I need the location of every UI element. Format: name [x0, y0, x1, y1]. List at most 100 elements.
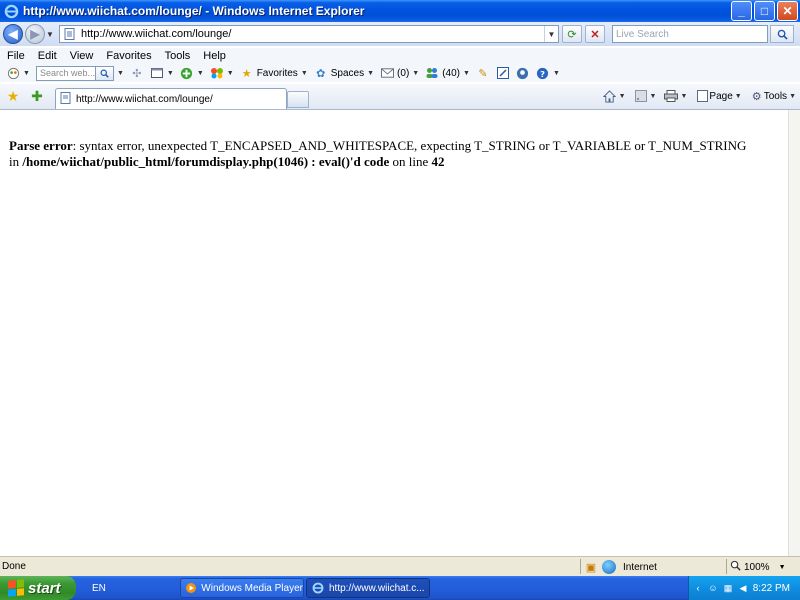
tools-menu[interactable]: ⚙ Tools ▼ [750, 89, 796, 103]
security-zone[interactable]: ▣ Internet [584, 559, 657, 575]
navigation-bar: ◀ ▶ ▼ http://www.wiichat.com/lounge/ ▼ ⟳… [0, 22, 800, 46]
msn-logo-icon[interactable] [6, 66, 20, 80]
messenger-icon[interactable] [516, 66, 530, 80]
network-icon[interactable]: ▦ [722, 582, 734, 594]
address-text[interactable]: http://www.wiichat.com/lounge/ [81, 28, 544, 40]
home-button[interactable]: ▼ [603, 89, 626, 103]
help-icon[interactable]: ? [536, 66, 550, 80]
home-icon [603, 89, 617, 103]
recent-pages-dropdown[interactable]: ▼ [45, 30, 55, 39]
menu-favorites[interactable]: Favorites [99, 50, 157, 62]
window-icon[interactable] [150, 66, 164, 80]
feeds-button[interactable]: ▼ [634, 89, 657, 103]
chevron-down-icon[interactable]: ▼ [197, 70, 204, 77]
tab-label[interactable]: http://www.wiichat.com/lounge/ [76, 94, 213, 105]
menu-view[interactable]: View [63, 50, 100, 62]
globe-icon [602, 560, 616, 574]
maximize-button[interactable]: □ [754, 1, 775, 21]
chevron-down-icon[interactable]: ▼ [680, 93, 687, 100]
ie-logo-icon [311, 581, 325, 595]
contacts-icon[interactable] [425, 66, 439, 80]
add-icon[interactable] [180, 66, 194, 80]
favorites-label[interactable]: Favorites [257, 68, 298, 79]
forward-button[interactable]: ▶ [25, 24, 45, 44]
address-bar[interactable]: http://www.wiichat.com/lounge/ ▼ [59, 25, 559, 43]
language-indicator[interactable]: EN [92, 583, 178, 594]
chevron-down-icon[interactable]: ▼ [779, 564, 786, 571]
tab-lounge[interactable]: http://www.wiichat.com/lounge/ [55, 88, 287, 109]
back-button[interactable]: ◀ [3, 24, 23, 44]
web-search-button[interactable] [95, 65, 114, 81]
web-search-input[interactable]: Search web... [35, 65, 96, 81]
task-windows-media-player[interactable]: Windows Media Player [180, 578, 304, 598]
task-internet-explorer[interactable]: http://www.wiichat.c... [306, 578, 430, 598]
page-menu-label[interactable]: Page [709, 91, 732, 102]
page-menu-icon [695, 89, 709, 103]
add-to-favorites-icon[interactable]: ✚ [29, 88, 45, 105]
refresh-button[interactable]: ⟳ [562, 25, 582, 43]
chevron-down-icon[interactable]: ▼ [412, 70, 419, 77]
zoom-level[interactable]: 100% [744, 562, 770, 573]
address-dropdown-icon[interactable]: ▼ [544, 26, 558, 42]
mail-icon[interactable] [380, 66, 394, 80]
chevron-down-icon[interactable]: ▼ [735, 93, 742, 100]
divider [726, 559, 727, 574]
window-controls: _ □ ✕ [731, 1, 798, 21]
clock[interactable]: 8:22 PM [753, 583, 790, 594]
chevron-down-icon[interactable]: ▼ [167, 70, 174, 77]
error-prefix: in [9, 154, 23, 169]
tray-expand-icon[interactable]: ‹ [692, 582, 704, 594]
messenger-tray-icon[interactable]: ☺ [707, 582, 719, 594]
page-menu[interactable]: Page ▼ [695, 89, 742, 103]
command-bar: ▼ ▼ ▼ Page ▼ ⚙ Tools ▼ [597, 89, 796, 103]
chevron-down-icon[interactable]: ▼ [301, 70, 308, 77]
edit-icon[interactable] [496, 66, 510, 80]
zoom-icon [730, 560, 741, 574]
vertical-scrollbar[interactable] [788, 110, 800, 556]
highlight-icon[interactable]: ✣ [130, 66, 144, 80]
chevron-down-icon[interactable]: ▼ [789, 93, 796, 100]
favorites-star-icon[interactable]: ★ [240, 66, 254, 80]
spaces-icon[interactable]: ✿ [314, 66, 328, 80]
spaces-label[interactable]: Spaces [331, 68, 364, 79]
contacts-count[interactable]: (40) [442, 68, 460, 79]
live-search-input[interactable]: Live Search [613, 29, 767, 40]
chevron-down-icon[interactable]: ▼ [463, 70, 470, 77]
start-button[interactable]: start [0, 576, 76, 600]
new-tab-button[interactable] [287, 91, 309, 108]
pencil-icon[interactable]: ✎ [476, 66, 490, 80]
favorites-center-icon[interactable]: ★ [5, 88, 21, 105]
chevron-down-icon[interactable]: ▼ [619, 93, 626, 100]
zoom-control[interactable]: 100% ▼ [730, 559, 786, 575]
page-icon [63, 27, 77, 41]
minimize-button[interactable]: _ [731, 1, 752, 21]
chevron-down-icon[interactable]: ▼ [227, 70, 234, 77]
print-button[interactable]: ▼ [664, 89, 687, 103]
links-toolbar: ▼ Search web... ▼ ✣ ▼ ▼ ▼ ★ Favorites ▼ … [0, 64, 800, 82]
svg-text:?: ? [541, 68, 546, 78]
mail-count[interactable]: (0) [397, 68, 409, 79]
status-text: Done [2, 561, 26, 572]
search-icon[interactable] [770, 25, 794, 43]
tools-menu-label[interactable]: Tools [764, 91, 787, 102]
menu-file[interactable]: File [0, 50, 31, 62]
close-button[interactable]: ✕ [777, 1, 798, 21]
stop-button[interactable]: ✕ [585, 25, 605, 43]
volume-icon[interactable]: ◀ [737, 582, 749, 594]
window-title: http://www.wiichat.com/lounge/ - Windows… [23, 4, 365, 18]
tab-bar: ★ ✚ http://www.wiichat.com/lounge/ ▼ ▼ ▼ [0, 84, 800, 110]
live-search-box[interactable]: Live Search [612, 25, 768, 43]
chevron-down-icon[interactable]: ▼ [23, 70, 30, 77]
rss-icon [634, 89, 648, 103]
chevron-down-icon[interactable]: ▼ [650, 93, 657, 100]
menu-help[interactable]: Help [196, 50, 232, 62]
chevron-down-icon[interactable]: ▼ [367, 70, 374, 77]
menu-edit[interactable]: Edit [31, 50, 63, 62]
menu-tools[interactable]: Tools [158, 50, 197, 62]
chevron-down-icon[interactable]: ▼ [553, 70, 560, 77]
menu-bar: File Edit View Favorites Tools Help [0, 48, 800, 64]
error-line-number: 42 [431, 154, 445, 169]
msn-butterfly-icon[interactable] [210, 66, 224, 80]
taskbar: start EN Windows Media Player http://www… [0, 576, 800, 600]
search-options-dropdown[interactable]: ▼ [117, 70, 124, 77]
